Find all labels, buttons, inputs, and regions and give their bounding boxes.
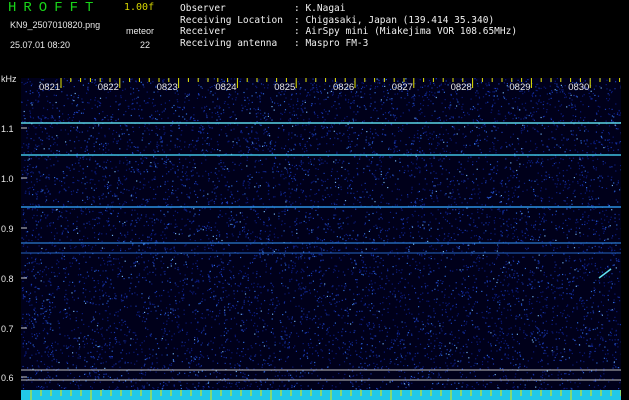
x-tick-label: 0825 [274,82,295,93]
info-row-location: Receiving Location : Chigasaki, Japan (13… [180,15,517,27]
info-label: Observer [180,3,226,14]
x-tick-label: 0823 [157,82,178,93]
version-label: 1.00f [124,2,155,13]
y-tick-label: 0.8 [1,274,14,284]
info-value: : Maspro FM-3 [294,37,369,49]
info-value: : K.Nagai [294,3,346,14]
info-row-observer: Observer : K.Nagai [180,3,517,15]
y-tick-label: 1.1 [1,124,14,134]
y-tick-label: 0.9 [1,224,14,234]
y-tick-label: 1.0 [1,174,14,184]
info-label: Receiver [180,26,226,37]
filename-label: KN9_2507010820.png [10,20,101,30]
y-tick-label: 0.7 [1,324,14,334]
x-tick-label: 0829 [509,82,530,93]
count-label: 22 [140,40,151,50]
info-label: Receiving Location [180,14,283,26]
x-tick-label: 0826 [333,82,354,93]
station-info: Observer : K.Nagai Receiving Location : Ch… [180,3,517,49]
x-tick-label: 0830 [568,82,589,93]
right-border [621,78,629,400]
info-label: Receiving antenna [180,37,278,49]
header-panel: HROFFT 1.00f KN9_2507010820.png meteor 2… [0,0,629,76]
spectrogram-plot[interactable]: 0821 0822 0823 0824 0825 0826 0827 0828 0829 0830 [21,78,621,400]
x-tick-label: 0828 [451,82,472,93]
app-title: HROFFT [8,0,101,16]
info-value: : Chigasaki, Japan (139.414 35.340) [294,14,495,26]
y-tick-label: 0.6 [1,373,14,383]
info-row-antenna: Receiving antenna : Maspro FM-3 [180,38,517,50]
mode-label: meteor [126,26,155,36]
x-tick-label: 0821 [39,82,60,93]
x-tick-label: 0824 [215,82,236,93]
y-axis-labels: 1.1 1.0 0.9 0.8 0.7 0.6 [0,0,21,400]
x-tick-label: 0822 [98,82,119,93]
spectrogram-canvas: 0821 0822 0823 0824 0825 0826 0827 0828 0829 0830 [21,78,621,400]
x-tick-label: 0827 [392,82,413,93]
info-value: : AirSpy mini (Miakejima VOR 108.65MHz) [294,26,518,37]
info-row-receiver: Receiver : AirSpy mini (Miakejima VOR 108… [180,26,517,38]
